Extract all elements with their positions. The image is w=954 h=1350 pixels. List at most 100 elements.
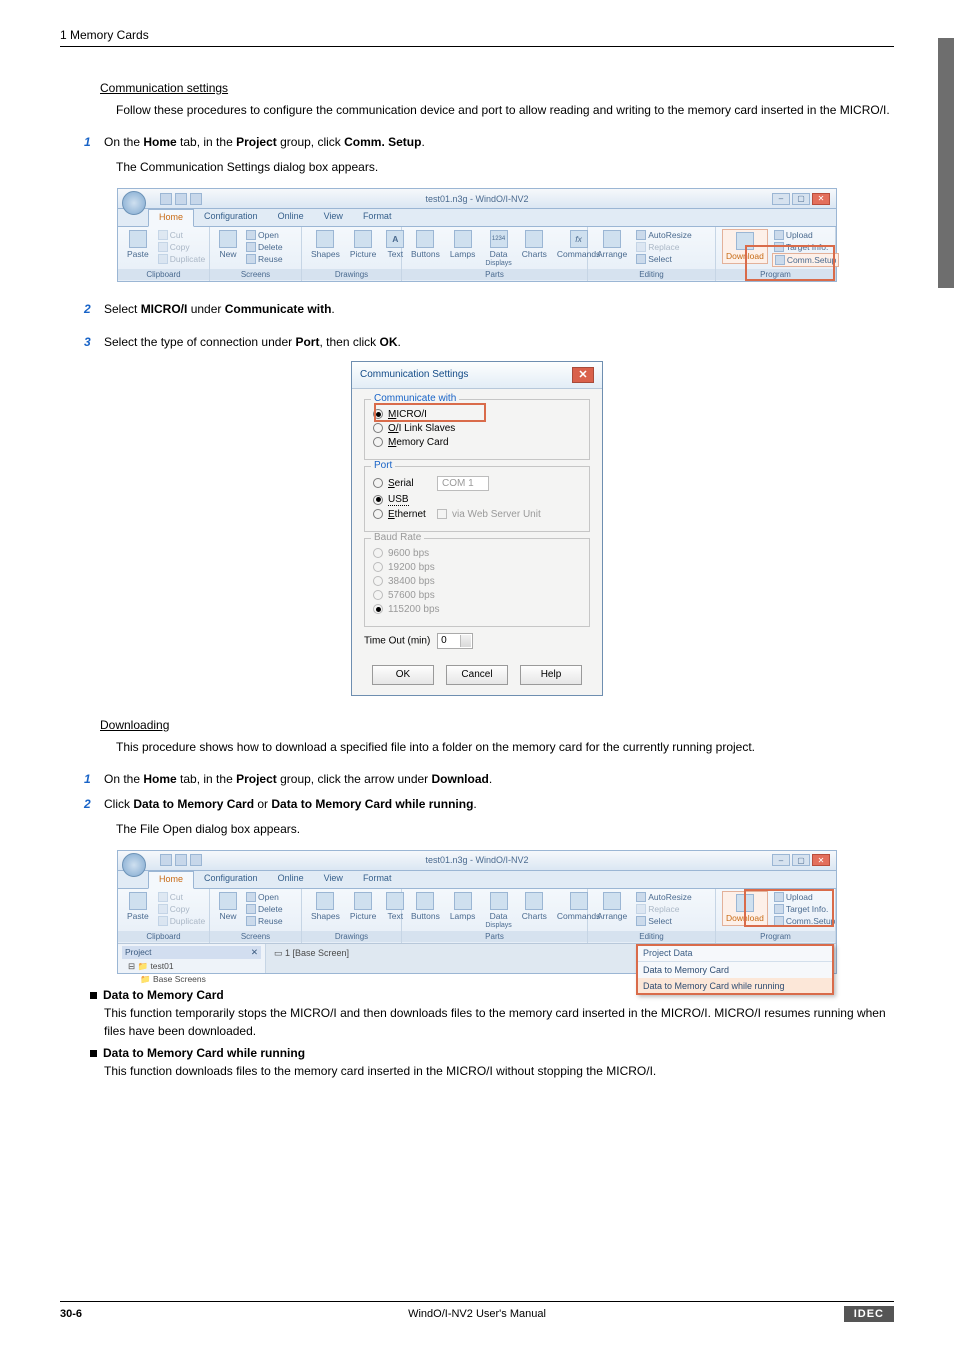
option-serial[interactable]: SerialCOM 1 bbox=[373, 476, 581, 491]
menu-item-data-to-memory-card[interactable]: Data to Memory Card bbox=[637, 962, 833, 978]
new-button[interactable]: New bbox=[216, 891, 240, 922]
charts-icon bbox=[525, 892, 543, 910]
window-title: test01.n3g - WindO/I-NV2 bbox=[425, 855, 528, 865]
upload-button[interactable]: Upload bbox=[772, 891, 838, 903]
group-screens: Screens bbox=[210, 931, 301, 942]
option-microi[interactable]: MICRO/I bbox=[373, 409, 581, 420]
step-3: 3 Select the type of connection under Po… bbox=[84, 333, 894, 352]
charts-button[interactable]: Charts bbox=[519, 229, 550, 260]
autoresize-button[interactable]: AutoResize bbox=[634, 891, 693, 903]
tab-home[interactable]: Home bbox=[148, 209, 194, 227]
arrange-button[interactable]: Arrange bbox=[594, 229, 630, 260]
upload-button[interactable]: Upload bbox=[772, 229, 840, 241]
duplicate-button[interactable]: Duplicate bbox=[156, 915, 207, 927]
qat-save-icon[interactable] bbox=[160, 854, 172, 866]
picture-button[interactable]: Picture bbox=[347, 891, 379, 922]
autoresize-button[interactable]: AutoResize bbox=[634, 229, 693, 241]
data-button[interactable]: 1234DataDisplays bbox=[482, 229, 514, 268]
step-2-text: Select MICRO/I under Communicate with. bbox=[104, 300, 894, 319]
option-memory-card[interactable]: Memory Card bbox=[373, 437, 581, 448]
radio-icon bbox=[373, 509, 383, 519]
buttons-button[interactable]: Buttons bbox=[408, 229, 443, 260]
window-maximize-icon[interactable]: ▢ bbox=[792, 193, 810, 205]
lamps-button[interactable]: Lamps bbox=[447, 891, 479, 922]
shapes-button[interactable]: Shapes bbox=[308, 891, 343, 922]
download-button[interactable]: Download bbox=[722, 229, 768, 264]
open-button[interactable]: Open bbox=[244, 229, 285, 241]
tab-home[interactable]: Home bbox=[148, 871, 194, 889]
arrange-button[interactable]: Arrange bbox=[594, 891, 630, 922]
window-minimize-icon[interactable]: – bbox=[772, 193, 790, 205]
replace-button[interactable]: Replace bbox=[634, 903, 693, 915]
select-button[interactable]: Select bbox=[634, 253, 693, 265]
qat-save-icon[interactable] bbox=[160, 193, 172, 205]
option-ethernet[interactable]: Ethernetvia Web Server Unit bbox=[373, 509, 581, 520]
duplicate-button[interactable]: Duplicate bbox=[156, 253, 207, 265]
tab-format[interactable]: Format bbox=[353, 209, 402, 226]
delete-button[interactable]: Delete bbox=[244, 241, 285, 253]
window-close-icon[interactable]: ✕ bbox=[812, 854, 830, 866]
qat-undo-icon[interactable] bbox=[175, 193, 187, 205]
tab-online[interactable]: Online bbox=[268, 209, 314, 226]
download-icon bbox=[736, 894, 754, 912]
cut-button[interactable]: Cut bbox=[156, 229, 207, 241]
qat-redo-icon[interactable] bbox=[190, 193, 202, 205]
cut-button[interactable]: Cut bbox=[156, 891, 207, 903]
picture-icon bbox=[354, 892, 372, 910]
tab-online[interactable]: Online bbox=[268, 871, 314, 888]
tab-view[interactable]: View bbox=[314, 209, 353, 226]
delete-button[interactable]: Delete bbox=[244, 903, 285, 915]
qat-undo-icon[interactable] bbox=[175, 854, 187, 866]
option-usb[interactable]: USB bbox=[373, 494, 581, 506]
tab-view[interactable]: View bbox=[314, 871, 353, 888]
option-ovi-link-slaves[interactable]: O/I Link Slaves bbox=[373, 423, 581, 434]
radio-icon bbox=[373, 437, 383, 447]
targetinfo-button[interactable]: Target Info. bbox=[772, 903, 838, 915]
reuse-button[interactable]: Reuse bbox=[244, 915, 285, 927]
window-minimize-icon[interactable]: – bbox=[772, 854, 790, 866]
comm-setup-button[interactable]: Comm.Setup bbox=[772, 915, 838, 927]
tab-configuration[interactable]: Configuration bbox=[194, 871, 268, 888]
project-tree-root[interactable]: ⊟ 📁 test01 bbox=[122, 959, 261, 972]
menu-item-data-to-memory-card-running[interactable]: Data to Memory Card while running bbox=[637, 978, 833, 994]
replace-button[interactable]: Replace bbox=[634, 241, 693, 253]
reuse-button[interactable]: Reuse bbox=[244, 253, 285, 265]
paste-button[interactable]: Paste bbox=[124, 891, 152, 922]
checkbox-via-web[interactable] bbox=[437, 509, 447, 519]
comm-setup-button[interactable]: Comm.Setup bbox=[772, 253, 840, 267]
buttons-button[interactable]: Buttons bbox=[408, 891, 443, 922]
qat-redo-icon[interactable] bbox=[190, 854, 202, 866]
paste-button[interactable]: Paste bbox=[124, 229, 152, 260]
app-orb-icon[interactable] bbox=[122, 191, 146, 215]
picture-button[interactable]: Picture bbox=[347, 229, 379, 260]
select-button[interactable]: Select bbox=[634, 915, 693, 927]
pane-close-icon[interactable]: ✕ bbox=[251, 947, 258, 958]
targetinfo-button[interactable]: Target Info. bbox=[772, 241, 840, 253]
window-maximize-icon[interactable]: ▢ bbox=[792, 854, 810, 866]
project-tree-base[interactable]: 📁 Base Screens bbox=[122, 972, 261, 985]
fx-icon: fx bbox=[570, 230, 588, 248]
workspace-tab[interactable]: ▭ 1 [Base Screen] bbox=[266, 944, 349, 973]
charts-button[interactable]: Charts bbox=[519, 891, 550, 922]
open-button[interactable]: Open bbox=[244, 891, 285, 903]
help-button[interactable]: Help bbox=[520, 665, 582, 685]
timeout-stepper[interactable]: 0 bbox=[437, 633, 473, 649]
serial-port-select[interactable]: COM 1 bbox=[437, 476, 489, 491]
download-button[interactable]: Download bbox=[722, 891, 768, 926]
new-button[interactable]: New bbox=[216, 229, 240, 260]
lamps-button[interactable]: Lamps bbox=[447, 229, 479, 260]
comm-intro: Follow these procedures to configure the… bbox=[116, 101, 894, 119]
window-close-icon[interactable]: ✕ bbox=[812, 193, 830, 205]
copy-button[interactable]: Copy bbox=[156, 241, 207, 253]
tab-configuration[interactable]: Configuration bbox=[194, 209, 268, 226]
data-button[interactable]: DataDisplays bbox=[482, 891, 514, 930]
ok-button[interactable]: OK bbox=[372, 665, 434, 685]
radio-icon bbox=[373, 562, 383, 572]
shapes-button[interactable]: Shapes bbox=[308, 229, 343, 260]
dialog-close-icon[interactable]: ✕ bbox=[572, 367, 594, 383]
cancel-button[interactable]: Cancel bbox=[446, 665, 508, 685]
app-orb-icon[interactable] bbox=[122, 853, 146, 877]
option-57600: 57600 bps bbox=[373, 590, 581, 601]
tab-format[interactable]: Format bbox=[353, 871, 402, 888]
copy-button[interactable]: Copy bbox=[156, 903, 207, 915]
